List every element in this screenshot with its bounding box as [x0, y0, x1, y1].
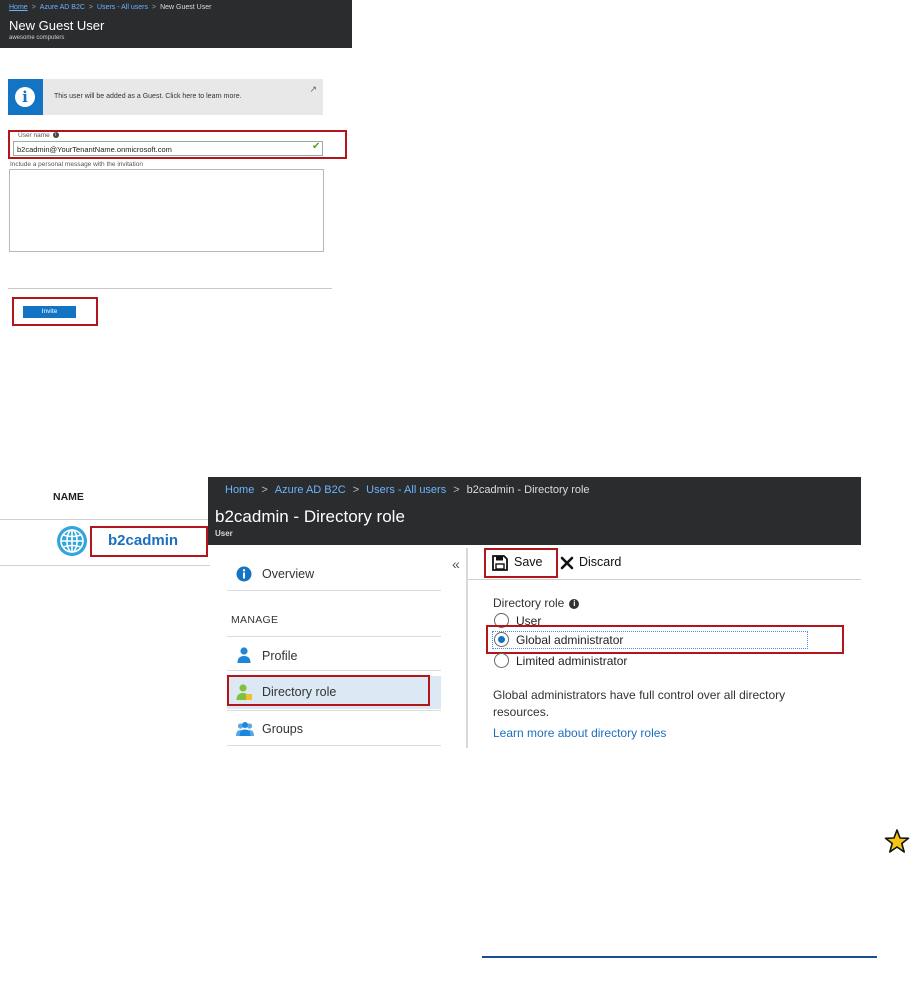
nav-item-overview[interactable]: Overview: [227, 562, 441, 590]
nav-item-label: Groups: [262, 722, 303, 736]
directory-role-breadcrumb: Home > Azure AD B2C > Users - All users > b2ca…: [225, 484, 590, 496]
nav-item-label: Overview: [262, 567, 315, 581]
divider: [0, 519, 210, 520]
divider: [8, 288, 332, 289]
highlight-directory-role: [227, 675, 430, 706]
guest-page-title: New Guest User: [9, 18, 105, 33]
info-icon: i: [569, 599, 580, 609]
star-icon: [884, 829, 910, 853]
breadcrumb-users[interactable]: Users - All users: [366, 484, 446, 496]
groups-icon: [236, 722, 254, 736]
highlight-username: [8, 130, 347, 159]
name-column-header[interactable]: NAME: [53, 491, 84, 503]
directory-role-subtitle: User: [215, 529, 233, 538]
divider: [482, 956, 877, 958]
highlight-user: [90, 526, 208, 557]
message-label: Include a personal message with the invi…: [10, 161, 143, 168]
guest-info-banner[interactable]: i This user will be added as a Guest. Cl…: [8, 79, 323, 115]
guest-breadcrumb: Home > Azure AD B2C > Users - All users > New …: [9, 4, 212, 11]
directory-role-title: b2cadmin - Directory role: [215, 507, 405, 526]
user-icon: [237, 647, 251, 663]
breadcrumb-azure-ad-b2c[interactable]: Azure AD B2C: [40, 4, 85, 11]
divider: [468, 579, 861, 580]
breadcrumb-users[interactable]: Users - All users: [97, 4, 148, 11]
nav-item-label: Profile: [262, 649, 298, 663]
breadcrumb-current: b2cadmin - Directory role: [466, 484, 590, 496]
divider: [466, 548, 468, 748]
nav-section-manage: MANAGE: [231, 614, 279, 626]
highlight-global-administrator: [486, 625, 844, 654]
breadcrumb-azure-ad-b2c[interactable]: Azure AD B2C: [275, 484, 346, 496]
divider: [227, 590, 441, 591]
guest-page-subtitle: awesome computers: [9, 35, 65, 41]
guest-info-message: This user will be added as a Guest. Clic…: [54, 93, 242, 100]
personal-message-textarea[interactable]: [9, 169, 324, 252]
info-icon: [236, 566, 252, 582]
discard-label: Discard: [579, 555, 622, 569]
divider: [0, 565, 210, 566]
directory-role-label: Directory role i: [493, 596, 580, 610]
learn-more-link[interactable]: Learn more about directory roles: [493, 726, 666, 740]
divider: [227, 636, 441, 637]
directory-role-header: Home > Azure AD B2C > Users - All users > b2ca…: [208, 477, 861, 545]
breadcrumb-current: New Guest User: [160, 4, 212, 11]
collapse-menu-button[interactable]: «: [452, 556, 460, 572]
globe-icon: [57, 526, 87, 556]
divider: [227, 710, 441, 711]
role-description: Global administrators have full control …: [493, 688, 786, 719]
external-link-icon[interactable]: ↗: [309, 84, 317, 95]
breadcrumb-home[interactable]: Home: [9, 4, 28, 11]
radio-label: Limited administrator: [516, 654, 628, 668]
info-icon: i: [8, 79, 43, 115]
guest-panel-header: Home > Azure AD B2C > Users - All users > New …: [0, 0, 352, 48]
nav-item-groups[interactable]: Groups: [227, 716, 441, 744]
highlight-save: [484, 548, 558, 578]
radio-button[interactable]: [494, 653, 509, 668]
highlight-invite: [12, 297, 98, 326]
breadcrumb-home[interactable]: Home: [225, 484, 254, 496]
close-icon: [560, 556, 574, 570]
divider: [227, 745, 441, 746]
nav-item-profile[interactable]: Profile: [227, 643, 441, 671]
divider: [227, 670, 441, 671]
